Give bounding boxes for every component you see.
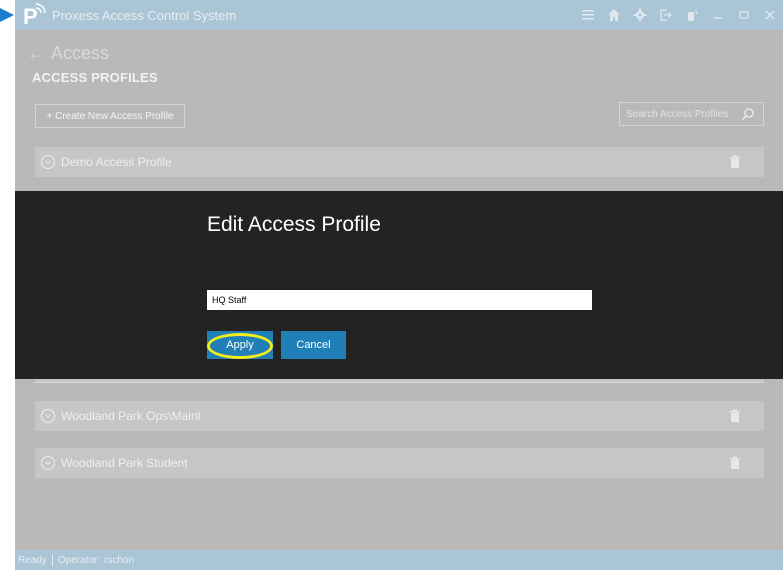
search-input[interactable] [620, 103, 738, 125]
status-bar: Ready Operator: rschon [15, 550, 783, 570]
chevron-down-icon[interactable] [41, 409, 55, 423]
search-icon[interactable] [738, 104, 758, 124]
logout-icon[interactable] [659, 8, 673, 22]
cancel-button[interactable]: Cancel [281, 331, 346, 359]
apply-button[interactable]: Apply [207, 331, 273, 359]
status-text: Ready [15, 554, 53, 566]
edit-access-profile-dialog: Edit Access Profile Apply Cancel [15, 191, 783, 379]
back-arrow-icon[interactable]: ← [27, 43, 45, 64]
trash-icon[interactable] [729, 409, 741, 423]
create-access-profile-button[interactable]: + Create New Access Profile [35, 104, 185, 128]
svg-text:P: P [23, 4, 38, 28]
title-bar: P Proxess Access Control System [15, 0, 783, 30]
operator-name: rschon [104, 554, 135, 566]
operator-label: Operator: [57, 554, 101, 566]
proxess-logo-icon: P [20, 2, 46, 29]
back-label: Access [51, 43, 110, 63]
minimize-icon[interactable] [711, 8, 725, 22]
profile-name-field[interactable] [207, 290, 592, 310]
back-navigation[interactable]: ← Access [27, 43, 109, 64]
close-icon[interactable] [763, 8, 777, 22]
card-reader-icon[interactable] [685, 8, 699, 22]
app-window: P Proxess Access Control System ← Access… [15, 0, 783, 570]
profile-row[interactable]: Demo Access Profile [35, 147, 764, 177]
trash-icon[interactable] [729, 155, 741, 169]
gear-icon[interactable] [633, 8, 647, 22]
page-title: ACCESS PROFILES [32, 70, 158, 85]
trash-icon[interactable] [729, 456, 741, 470]
pointer-arrow-icon [0, 8, 14, 22]
chevron-down-icon[interactable] [41, 155, 55, 169]
dialog-title: Edit Access Profile [207, 213, 381, 236]
menu-icon[interactable] [581, 8, 595, 22]
profile-name: Demo Access Profile [61, 155, 172, 169]
profile-row-partial [35, 379, 764, 383]
title-bar-actions [581, 0, 777, 30]
app-title: Proxess Access Control System [52, 7, 237, 23]
maximize-icon[interactable] [737, 8, 751, 22]
home-icon[interactable] [607, 8, 621, 22]
profile-row[interactable]: Woodland Park Ops\Maint [35, 401, 764, 431]
profile-name: Woodland Park Student [61, 456, 188, 470]
profile-name: Woodland Park Ops\Maint [61, 409, 201, 423]
profile-row[interactable]: Woodland Park Student [35, 448, 764, 478]
chevron-down-icon[interactable] [41, 456, 55, 470]
search-access-profiles [619, 102, 764, 126]
